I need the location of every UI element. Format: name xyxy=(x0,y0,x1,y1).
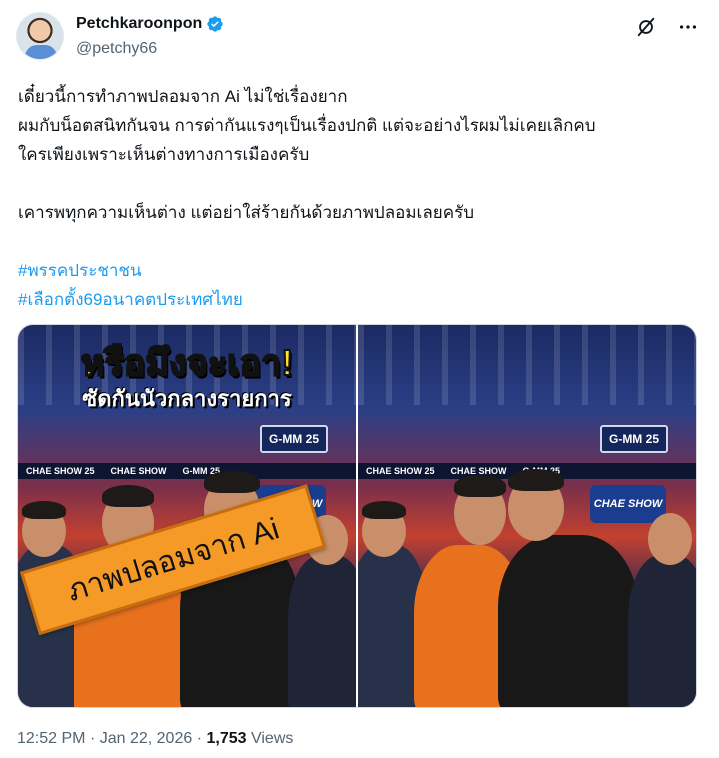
studio-screen: G-MM 25 xyxy=(260,425,328,453)
tweet-actions-top xyxy=(635,16,699,38)
hashtag-link[interactable]: #เลือกตั้ง69อนาคตประเทศไทย xyxy=(18,285,708,314)
person-hair xyxy=(204,471,260,493)
person-figure xyxy=(628,555,696,707)
tweet-text-line: ใครเพียงเพราะเห็นต่างทางการเมืองครับ xyxy=(18,145,310,164)
views-label: Views xyxy=(250,730,294,747)
meta-separator: · xyxy=(89,730,96,747)
author-handle[interactable]: @petchy66 xyxy=(76,40,157,58)
headline-text: หรือมึงจะเอา! xyxy=(80,342,295,384)
tweet-time[interactable]: 12:52 PM xyxy=(17,730,85,747)
media-photo-right[interactable]: G-MM 25 CHAE SHOW 25 CHAE SHOW G-MM 25 C… xyxy=(358,325,696,707)
studio-lights xyxy=(358,325,696,405)
grok-icon[interactable] xyxy=(635,16,657,38)
banner-text: CHAE SHOW 25 xyxy=(26,466,95,476)
media-grid: G-MM 25 CHAE SHOW 25 CHAE SHOW G-MM 25 C… xyxy=(17,324,697,708)
person-figure xyxy=(288,555,356,707)
author-display-name[interactable]: Petchkaroonpon xyxy=(76,15,202,33)
tweet-meta: 12:52 PM · Jan 22, 2026 · 1,753 Views xyxy=(17,730,293,748)
tweet-date[interactable]: Jan 22, 2026 xyxy=(100,730,193,747)
show-logo: CHAE SHOW xyxy=(590,485,666,523)
person-head xyxy=(648,513,692,565)
avatar[interactable] xyxy=(16,12,64,60)
tweet: Petchkaroonpon @petchy66 เดี๋ยวนี้การทำภ… xyxy=(0,0,719,758)
tweet-text: เดี๋ยวนี้การทำภาพปลอมจาก Ai ไม่ใช่เรื่อง… xyxy=(18,82,708,314)
tweet-text-line: เดี๋ยวนี้การทำภาพปลอมจาก Ai ไม่ใช่เรื่อง… xyxy=(18,87,348,106)
headline-overlay: หรือมึงจะเอา! ซัดกันนัวกลางรายการ xyxy=(18,342,356,415)
more-icon[interactable] xyxy=(677,16,699,38)
person-hair xyxy=(22,501,66,519)
avatar-shirt xyxy=(25,45,57,59)
tweet-text-line: ผมกับน็อตสนิทกันจน การด่ากันแรงๆเป็นเรื่… xyxy=(18,116,596,135)
tweet-text-line: เคารพทุกความเห็นต่าง แต่อย่าใส่ร้ายกันด้… xyxy=(18,203,475,222)
views-count: 1,753 xyxy=(206,730,247,747)
author-name-row: Petchkaroonpon xyxy=(76,15,224,33)
person-hair xyxy=(508,469,564,491)
verified-badge-icon xyxy=(207,16,223,32)
banner-text: CHAE SHOW xyxy=(110,466,167,476)
hashtag-link[interactable]: #พรรคประชาชน xyxy=(18,256,708,285)
person-figure xyxy=(498,535,638,707)
person-hair xyxy=(362,501,406,519)
subheadline-text: ซัดกันนัวกลางรายการ xyxy=(82,386,292,411)
banner-text: CHAE SHOW 25 xyxy=(366,466,435,476)
studio-banner: CHAE SHOW 25 CHAE SHOW G-MM 25 xyxy=(18,463,356,479)
meta-separator: · xyxy=(196,730,203,747)
studio-screen: G-MM 25 xyxy=(600,425,668,453)
person-hair xyxy=(102,485,154,507)
person-hair xyxy=(454,475,506,497)
